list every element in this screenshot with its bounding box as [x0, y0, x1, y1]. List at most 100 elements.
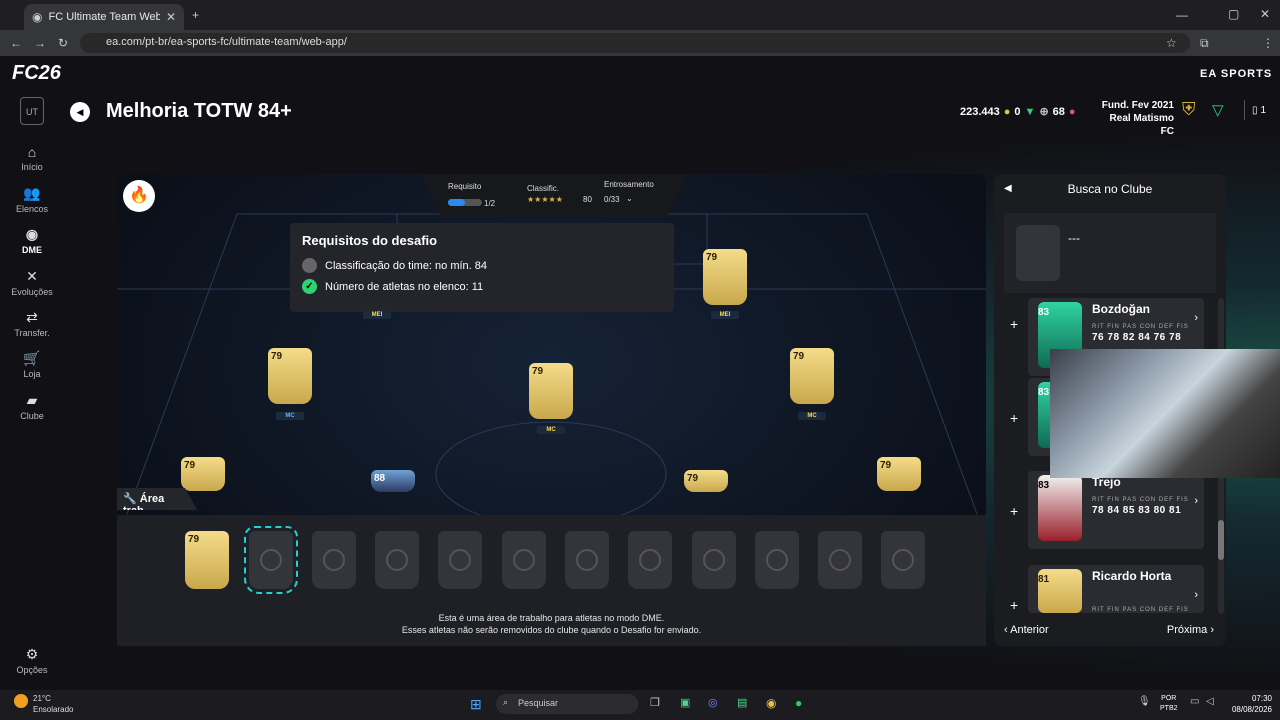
club-name: Real Matismo FC — [1109, 113, 1174, 137]
browser-tab[interactable]: ◉ FC Ultimate Team Web App - E ✕ — [24, 4, 184, 30]
player-card[interactable]: 79 — [703, 249, 747, 305]
add-player-icon[interactable]: + — [1010, 316, 1018, 332]
workspace-slot[interactable] — [692, 531, 736, 589]
ea-sports-logo: EA SPORTS — [1200, 68, 1273, 80]
network-icon[interactable]: ▭ — [1190, 696, 1199, 707]
discord-icon[interactable]: ◎ — [708, 696, 718, 709]
club-info: Fund. Fev 2021 Real Matismo FC — [1094, 99, 1174, 138]
prev-page-button[interactable]: ‹ Anterior — [1004, 624, 1049, 636]
task-view-icon[interactable]: ❐ — [650, 696, 660, 709]
empty-card-icon — [1016, 225, 1060, 281]
language-indicator[interactable]: POR PTB2 — [1160, 694, 1178, 714]
nav-evolucoes[interactable]: ✕ Evoluções — [0, 268, 64, 297]
weather-icon — [14, 694, 28, 708]
workspace-slot[interactable] — [755, 531, 799, 589]
add-player-icon[interactable]: + — [1010, 597, 1018, 613]
clock[interactable]: 07:30 08/08/2026 — [1222, 693, 1272, 715]
workspace-slot[interactable] — [881, 531, 925, 589]
workspace-card[interactable]: 79 — [185, 531, 229, 589]
nav-dme[interactable]: ◉ DME — [0, 226, 64, 255]
minimize-icon[interactable]: — — [1176, 8, 1188, 22]
workspace-slot[interactable] — [502, 531, 546, 589]
windows-start-icon[interactable]: ⊞ — [470, 696, 482, 713]
nav-inicio[interactable]: ⌂ Início — [0, 144, 64, 172]
req-progress — [448, 199, 482, 206]
coins-value: 223.443 — [960, 105, 1000, 118]
position-tag: MC — [276, 412, 304, 420]
webcam-overlay — [1050, 349, 1280, 478]
close-tab-icon[interactable]: ✕ — [166, 10, 176, 24]
workspace-slot[interactable] — [312, 531, 356, 589]
player-card[interactable]: 79 — [790, 348, 834, 404]
position-tag: MEI — [711, 311, 739, 319]
nav-clube[interactable]: ▰ Clube — [0, 392, 64, 421]
mic-icon[interactable]: 🎙 — [1138, 696, 1151, 707]
chevron-right-icon: › — [1194, 312, 1198, 324]
nav-opcoes[interactable]: ⚙ Opções — [0, 646, 64, 675]
maximize-icon[interactable]: ▢ — [1228, 7, 1239, 21]
chrome-icon[interactable]: ◉ — [766, 696, 776, 710]
chem-value: 0/33 — [604, 195, 620, 204]
player-card[interactable]: 79 — [268, 348, 312, 404]
fire-icon[interactable]: 🔥 — [123, 180, 155, 212]
taskbar-search[interactable]: Pesquisar — [496, 694, 638, 714]
points-value: 0 — [1014, 105, 1021, 118]
notifications[interactable]: ▯ 1 — [1252, 105, 1266, 116]
chem-label: Entrosamento — [604, 180, 654, 189]
player-list-item[interactable]: 83 Trejo RIT FIN PAS CON DEF FIS 78 84 8… — [1028, 471, 1204, 549]
player-list-item[interactable]: 81 Ricardo Horta RIT FIN PAS CON DEF FIS… — [1028, 565, 1204, 613]
chevron-right-icon: › — [1194, 495, 1198, 507]
requirements-bar[interactable]: Requisito 1/2 Classific. ★★★★★ 80 Entros… — [420, 174, 688, 218]
player-card[interactable]: 88 — [371, 470, 415, 492]
workspace-slot[interactable] — [565, 531, 609, 589]
nav-transfer[interactable]: ⇄ Transfer. — [0, 309, 64, 338]
player-card[interactable]: 79 — [684, 470, 728, 492]
spotify-icon[interactable]: ● — [795, 696, 802, 710]
workspace-slot[interactable] — [628, 531, 672, 589]
workspace-slot[interactable] — [438, 531, 482, 589]
player-card[interactable]: 79 — [877, 457, 921, 491]
transfer-icon: ⇄ — [26, 309, 38, 325]
add-player-icon[interactable]: + — [1010, 503, 1018, 519]
add-points-icon[interactable]: ⊕ — [1039, 105, 1048, 118]
player-card[interactable]: 79 — [181, 457, 225, 491]
workspace-slot[interactable] — [818, 531, 862, 589]
workspace-tab[interactable]: 🔧 Área trab. — [117, 488, 197, 510]
new-tab-icon[interactable]: + — [192, 8, 199, 22]
workspace-slot[interactable] — [244, 526, 298, 594]
app-icon[interactable]: ▤ — [737, 696, 747, 709]
extensions-icon[interactable]: ⧉ — [1200, 36, 1209, 51]
add-player-icon[interactable]: + — [1010, 410, 1018, 426]
wrench-icon: 🔧 — [123, 493, 137, 505]
workspace-slot[interactable] — [375, 531, 419, 589]
req-label: Requisito — [448, 182, 482, 191]
requirement-item: Classificação do time: no mín. 84 — [302, 258, 662, 273]
home-icon: ⌂ — [27, 144, 37, 160]
forward-icon[interactable]: → — [34, 36, 46, 50]
reload-icon[interactable]: ↻ — [58, 36, 68, 50]
club-icon: ▰ — [26, 392, 38, 408]
fc-points-value: 68 — [1052, 105, 1065, 118]
club-crest-icon: ⛨ — [1182, 99, 1196, 119]
back-button[interactable]: ◀ — [70, 102, 90, 122]
ut-badge-icon: UT — [20, 97, 44, 125]
url-field[interactable]: ea.com/pt-br/ea-sports-fc/ultimate-team/… — [80, 33, 1190, 53]
menu-icon[interactable]: ⋮ — [1262, 36, 1274, 50]
position-tag: MC — [537, 426, 565, 434]
fc26-logo: FC26 — [12, 62, 61, 84]
volume-icon[interactable]: ◁ — [1206, 696, 1214, 707]
phone-icon: ▯ — [1252, 105, 1258, 116]
weather-widget[interactable]: 21°C Ensolarado — [33, 693, 73, 715]
nav-loja[interactable]: 🛒 Loja — [0, 350, 64, 379]
bookmark-star-icon[interactable]: ☆ — [1166, 36, 1177, 50]
player-card-thumb: 81 — [1038, 569, 1082, 613]
close-window-icon[interactable]: ✕ — [1260, 7, 1270, 21]
page-title: Melhoria TOTW 84+ — [106, 100, 292, 122]
app-icon[interactable]: ▣ — [680, 696, 690, 709]
next-page-button[interactable]: Próxima › — [1167, 624, 1214, 636]
chevron-right-icon: › — [1194, 589, 1198, 601]
nav-elencos[interactable]: 👥 Elencos — [0, 185, 64, 214]
back-icon[interactable]: ← — [10, 36, 22, 50]
player-card[interactable]: 79 — [529, 363, 573, 419]
sbc-icon: ◉ — [25, 226, 39, 242]
